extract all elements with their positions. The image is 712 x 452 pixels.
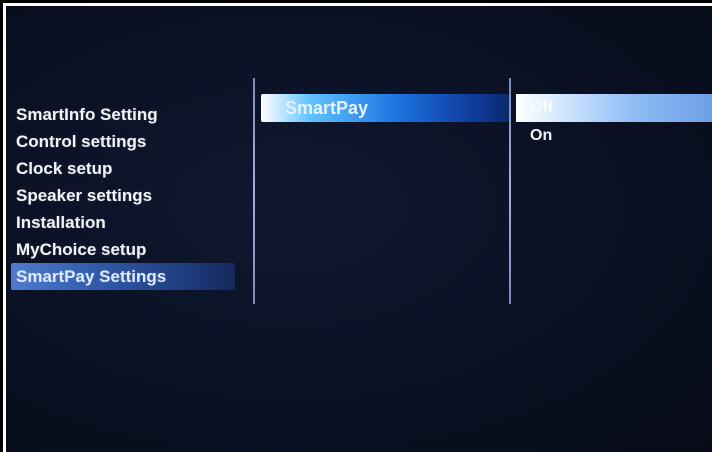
column-divider-left (253, 78, 255, 304)
menu-item-control-settings[interactable]: Control settings (11, 128, 235, 155)
option-on[interactable]: On (516, 122, 712, 149)
option-off[interactable]: Off (516, 94, 712, 122)
menu-item-speaker-settings[interactable]: Speaker settings (11, 182, 235, 209)
column-divider-right (509, 78, 511, 304)
submenu-item-smartpay[interactable]: SmartPay (261, 94, 509, 122)
top-border (0, 0, 712, 3)
value-options: Off On (516, 94, 712, 149)
left-border (0, 0, 3, 452)
menu-item-mychoice-setup[interactable]: MyChoice setup (11, 236, 235, 263)
settings-menu: SmartInfo Setting Control settings Clock… (11, 101, 235, 290)
menu-item-clock-setup[interactable]: Clock setup (11, 155, 235, 182)
menu-item-smartpay-settings[interactable]: SmartPay Settings (11, 263, 235, 290)
menu-item-installation[interactable]: Installation (11, 209, 235, 236)
menu-item-smartinfo-setting[interactable]: SmartInfo Setting (11, 101, 235, 128)
